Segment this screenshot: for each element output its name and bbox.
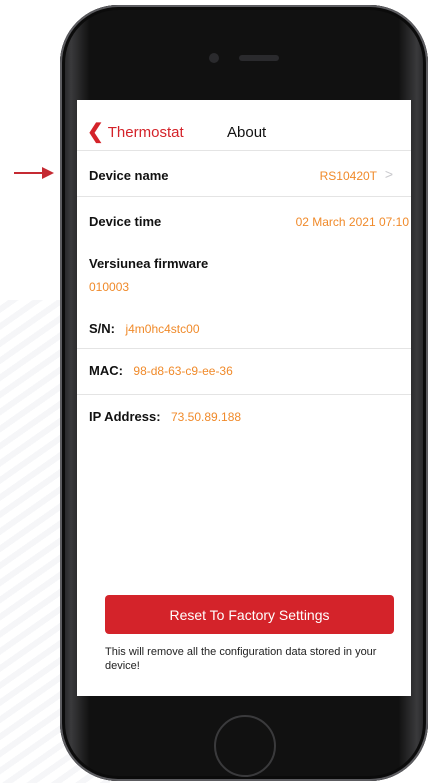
firmware-value: 010003 bbox=[89, 280, 130, 294]
app-screen: ❮ Thermostat About Device name RS10420T … bbox=[77, 100, 411, 696]
earpiece-area bbox=[60, 49, 428, 67]
annotation-arrow-icon bbox=[14, 166, 54, 180]
ip-address-value: 73.50.89.188 bbox=[170, 410, 242, 424]
firmware-row: Versiunea firmware 010003 bbox=[77, 246, 411, 302]
earpiece-speaker bbox=[239, 54, 280, 61]
arrow-shaft bbox=[14, 172, 44, 174]
ip-address-label: IP Address: bbox=[89, 409, 161, 424]
device-time-row: Device time 02 March 2021 07:10 bbox=[77, 196, 411, 242]
mac-address-row: MAC: 98-d8-63-c9-ee-36 bbox=[77, 350, 411, 395]
mac-address-label: MAC: bbox=[89, 363, 123, 378]
reset-factory-settings-button[interactable]: Reset To Factory Settings bbox=[105, 595, 394, 634]
page-title: About bbox=[227, 124, 267, 141]
front-camera bbox=[208, 52, 219, 63]
phone-frame: ❮ Thermostat About Device name RS10420T … bbox=[60, 5, 428, 781]
device-name-row[interactable]: Device name RS10420T > bbox=[77, 150, 411, 197]
navigation-bar: ❮ Thermostat About bbox=[77, 100, 411, 151]
back-button[interactable]: ❮ Thermostat bbox=[87, 122, 184, 142]
mac-address-value: 98-d8-63-c9-ee-36 bbox=[133, 364, 233, 378]
back-label: Thermostat bbox=[107, 123, 184, 141]
chevron-right-icon: > bbox=[384, 166, 393, 182]
home-button[interactable] bbox=[214, 715, 276, 777]
serial-number-value: j4m0hc4stc00 bbox=[125, 322, 200, 336]
device-time-value: 02 March 2021 07:10 bbox=[295, 215, 409, 229]
device-time-label: Device time bbox=[89, 214, 162, 229]
device-name-label: Device name bbox=[89, 168, 169, 183]
firmware-label: Versiunea firmware bbox=[89, 256, 209, 271]
serial-number-row: S/N: j4m0hc4stc00 bbox=[77, 308, 411, 349]
serial-number-label: S/N: bbox=[89, 321, 115, 336]
reset-warning-text: This will remove all the configuration d… bbox=[105, 646, 377, 672]
ip-address-row: IP Address: 73.50.89.188 bbox=[77, 396, 411, 436]
device-name-value: RS10420T bbox=[319, 169, 377, 183]
chevron-left-icon: ❮ bbox=[87, 121, 104, 143]
arrow-head bbox=[42, 167, 54, 179]
